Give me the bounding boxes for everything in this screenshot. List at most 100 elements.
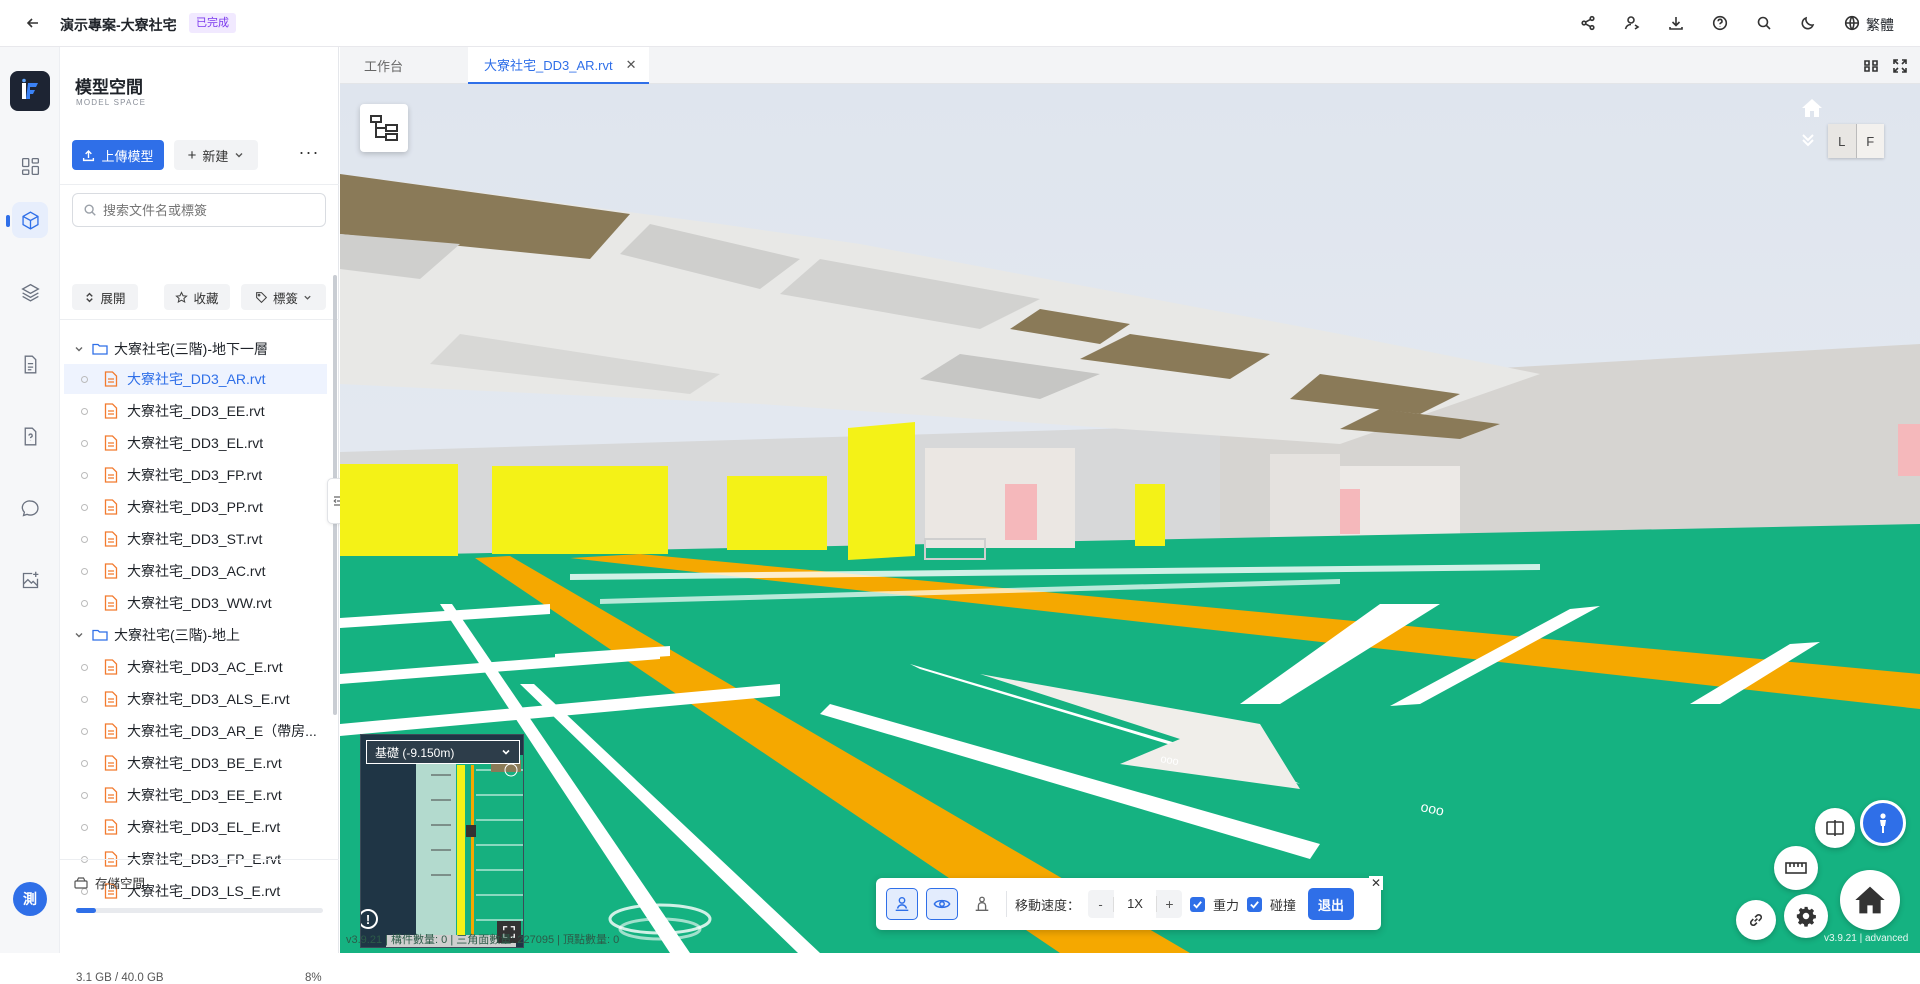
file-row[interactable]: 大寮社宅_DD3_EE_E.rvt <box>64 780 327 810</box>
person-pin-button[interactable] <box>886 888 918 920</box>
status-dot <box>81 439 88 447</box>
file-row[interactable]: 大寮社宅_DD3_EL_E.rvt <box>64 812 327 842</box>
document-icon[interactable] <box>12 346 48 382</box>
file-row[interactable]: 大寮社宅_DD3_AR_E（帶房... <box>64 716 327 746</box>
file-row[interactable]: 大寮社宅_DD3_PP.rvt <box>64 492 327 522</box>
moon-icon[interactable] <box>1797 12 1819 34</box>
close-walk-icon[interactable]: ✕ <box>1369 876 1383 890</box>
file-row[interactable]: 大寮社宅_DD3_AR.rvt <box>64 364 327 394</box>
globe-icon[interactable] <box>1841 12 1863 34</box>
file-label: 大寮社宅_DD3_ALS_E.rvt <box>127 691 290 707</box>
more-options-icon[interactable]: ··· <box>297 143 321 165</box>
chat-icon[interactable] <box>12 490 48 526</box>
storage-bar <box>76 908 323 913</box>
model-cube-icon[interactable] <box>12 202 48 238</box>
language-label[interactable]: 繁體 <box>1866 15 1894 35</box>
chevron-down-icon <box>75 633 83 638</box>
speed-decrease-button[interactable]: - <box>1088 896 1115 912</box>
tag-chip[interactable]: 標簽 <box>241 284 326 310</box>
file-row[interactable]: 大寮社宅_DD3_EL.rvt <box>64 428 327 458</box>
favorite-chip[interactable]: 收藏 <box>164 284 230 310</box>
exit-button[interactable]: 退出 <box>1308 888 1355 920</box>
speed-value: 1X <box>1114 890 1157 918</box>
file-tree: 大寮社宅(三階)-地下一層 大寮社宅_DD3_AR.rvt 大寮社宅_DD3_E… <box>60 320 331 903</box>
speed-increase-button[interactable]: + <box>1156 896 1182 912</box>
file-label: 大寮社宅_DD3_EL_E.rvt <box>127 819 281 835</box>
back-arrow-icon[interactable] <box>22 12 44 34</box>
search-input[interactable] <box>103 202 313 218</box>
version-label: v3.9.21 | advanced <box>1824 933 1909 944</box>
active-indicator <box>6 215 10 227</box>
upload-icon <box>83 149 95 161</box>
file-row[interactable]: 大寮社宅_DD3_ALS_E.rvt <box>64 684 327 714</box>
file-row[interactable]: 大寮社宅_DD3_ST.rvt <box>64 524 327 554</box>
tab-label: 工作台 <box>364 59 404 74</box>
tab-workspace[interactable]: 工作台 <box>340 47 468 84</box>
file-row[interactable]: 大寮社宅_DD3_AC.rvt <box>64 556 327 586</box>
add-image-icon[interactable] <box>12 562 48 598</box>
share-icon[interactable] <box>1577 12 1599 34</box>
search-icon[interactable] <box>1753 12 1775 34</box>
file-label: 大寮社宅_DD3_PP.rvt <box>127 499 263 515</box>
upload-model-button[interactable]: 上傳模型 <box>72 140 164 170</box>
minimap[interactable]: 基礎 (-9.150m) ! <box>360 734 524 948</box>
expand-chip[interactable]: 展開 <box>72 284 138 310</box>
link-button[interactable] <box>1736 900 1776 940</box>
status-dot <box>81 535 88 543</box>
fullscreen-icon[interactable] <box>1889 55 1911 77</box>
level-select[interactable]: 基礎 (-9.150m) <box>366 740 520 764</box>
drive-icon <box>74 876 88 889</box>
status-dot <box>81 375 88 383</box>
folder-row[interactable]: 大寮社宅(三階)-地下一層 <box>64 334 327 364</box>
section-view-button[interactable] <box>1815 808 1855 848</box>
status-badge: 已完成 <box>189 13 236 33</box>
gravity-checkbox[interactable] <box>1190 896 1206 912</box>
home-button[interactable] <box>1840 870 1900 930</box>
new-button[interactable]: + 新建 <box>174 140 258 170</box>
view-cube[interactable]: L F <box>1828 124 1884 158</box>
download-icon[interactable] <box>1665 12 1687 34</box>
model-viewport[interactable]: ooo ooo L F 基礎 (-9.150m) ! 移動速度： - 1X + … <box>340 84 1920 953</box>
file-icon <box>104 691 118 707</box>
status-dot <box>81 695 88 703</box>
file-row[interactable]: 大寮社宅_DD3_FP.rvt <box>64 460 327 490</box>
help-icon[interactable] <box>1709 12 1731 34</box>
layers-icon[interactable] <box>12 274 48 310</box>
question-doc-icon[interactable] <box>12 418 48 454</box>
upload-label: 上傳模型 <box>101 148 154 164</box>
chevron-down-icon[interactable] <box>1800 132 1816 148</box>
view-cube-front[interactable]: F <box>1856 124 1884 158</box>
dashboard-icon[interactable] <box>12 148 48 184</box>
file-panel: 模型空間 MODEL SPACE 上傳模型 + 新建 ··· 展開 收藏 標簽 … <box>60 47 339 984</box>
search-box[interactable] <box>72 193 326 227</box>
settings-button[interactable] <box>1784 894 1828 938</box>
project-title: 演示專案-大寮社宅 <box>60 17 177 33</box>
status-dot <box>81 791 88 799</box>
folder-label: 大寮社宅(三階)-地下一層 <box>114 341 268 357</box>
folder-row[interactable]: 大寮社宅(三階)-地上 <box>64 620 327 650</box>
file-row[interactable]: 大寮社宅_DD3_AC_E.rvt <box>64 652 327 682</box>
measure-button[interactable] <box>1774 846 1818 890</box>
walk-mode-button[interactable] <box>1860 800 1906 846</box>
view-toggle-button[interactable] <box>926 888 958 920</box>
avatar[interactable]: 測 <box>13 882 47 916</box>
close-tab-icon[interactable]: ✕ <box>626 57 637 73</box>
tab-bar: 工作台 大寮社宅_DD3_AR.rvt ✕ <box>340 47 1920 84</box>
file-row[interactable]: 大寮社宅_DD3_BE_E.rvt <box>64 748 327 778</box>
home-icon <box>1855 886 1885 914</box>
file-row[interactable]: 大寮社宅_DD3_EE.rvt <box>64 396 327 426</box>
collision-checkbox[interactable] <box>1247 896 1263 912</box>
status-dot <box>81 823 88 831</box>
storage-bar-fill <box>76 908 96 913</box>
avatar-mode-button[interactable] <box>966 888 998 920</box>
user-switch-icon[interactable] <box>1621 12 1643 34</box>
storage-label: 存儲空間 <box>95 877 146 891</box>
tab-model[interactable]: 大寮社宅_DD3_AR.rvt ✕ <box>468 47 649 84</box>
scene-render[interactable]: ooo ooo <box>340 84 1920 953</box>
split-view-icon[interactable] <box>1860 55 1882 77</box>
view-cube-left[interactable]: L <box>1828 124 1857 158</box>
file-row[interactable]: 大寮社宅_DD3_WW.rvt <box>64 588 327 618</box>
model-tree-button[interactable] <box>360 104 408 152</box>
home-view-icon[interactable] <box>1800 96 1824 120</box>
file-label: 大寮社宅_DD3_EL.rvt <box>127 435 264 451</box>
